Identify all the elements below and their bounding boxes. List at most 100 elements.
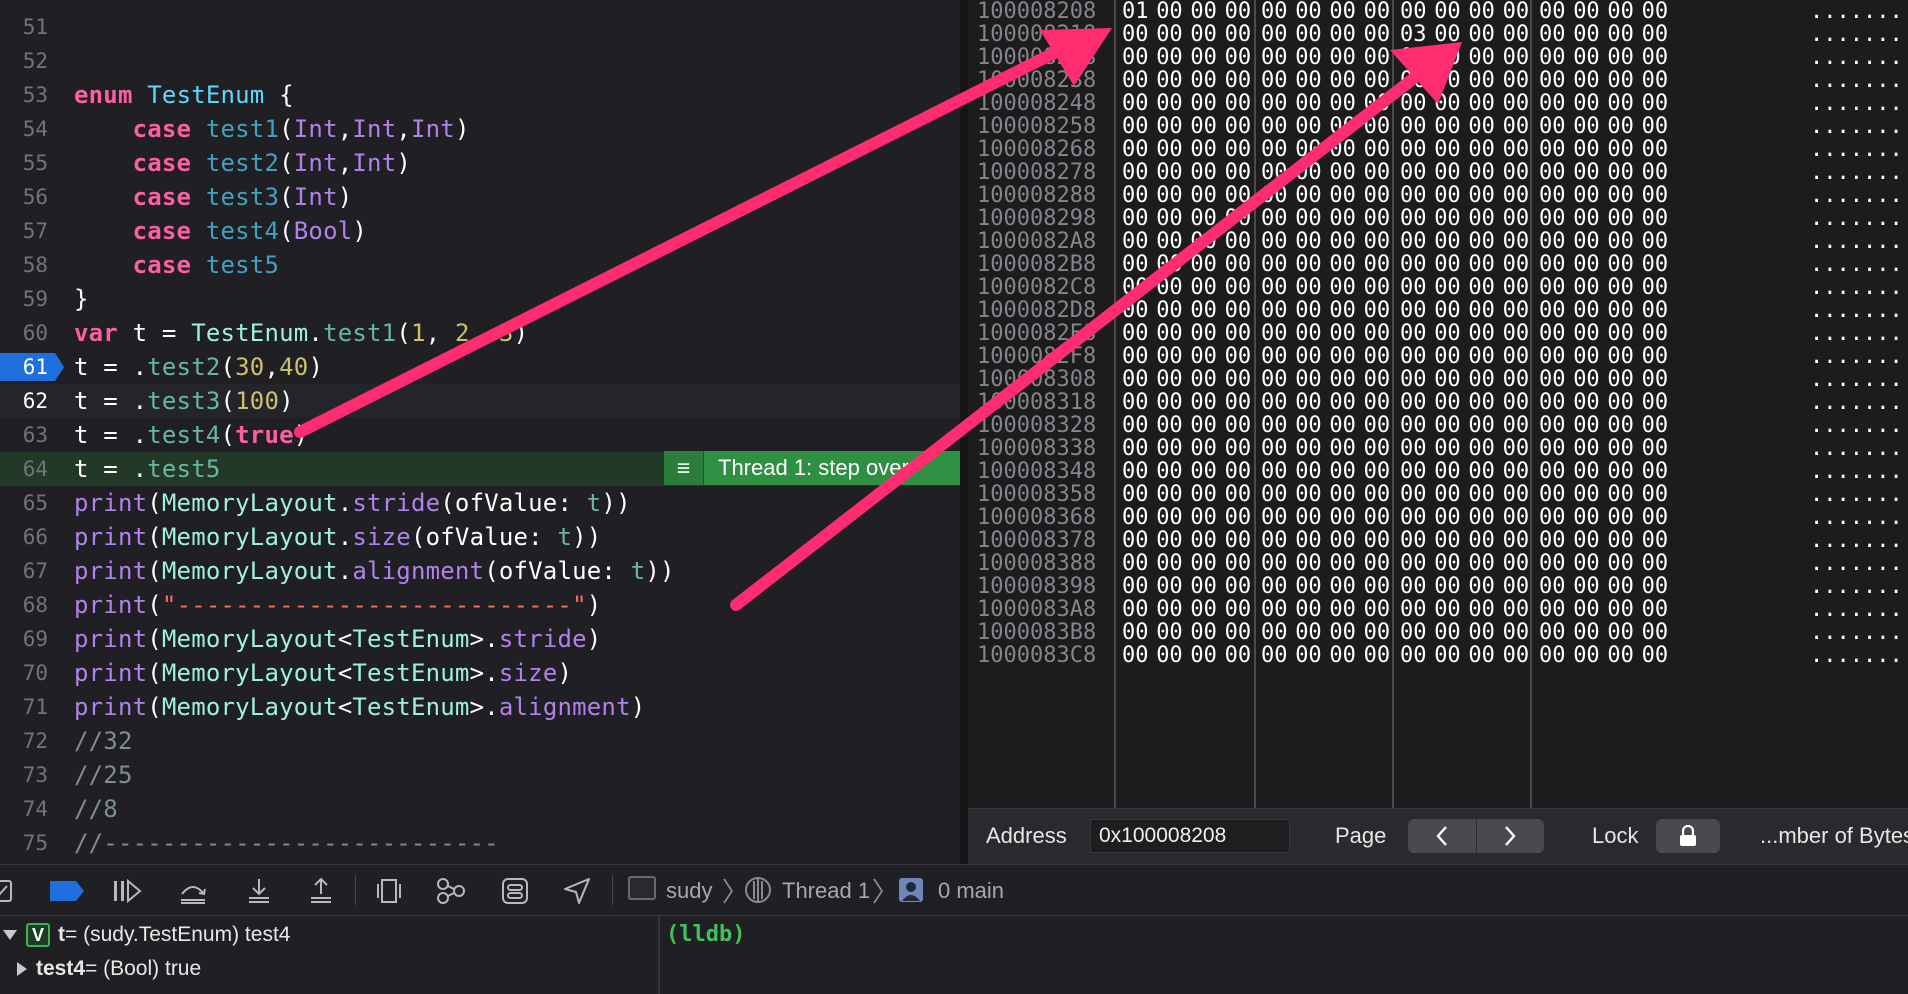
memory-byte[interactable]: 00 <box>1400 114 1427 139</box>
memory-byte[interactable]: 00 <box>1190 183 1217 208</box>
memory-byte[interactable]: 00 <box>1190 22 1217 47</box>
memory-byte[interactable]: 00 <box>1400 551 1427 576</box>
memory-byte[interactable]: 00 <box>1468 574 1495 599</box>
code-line[interactable]: 57 case test4(Bool) <box>0 214 960 248</box>
memory-byte[interactable]: 00 <box>1190 436 1217 461</box>
memory-byte[interactable]: 00 <box>1539 643 1566 668</box>
memory-byte[interactable]: 00 <box>1261 597 1288 622</box>
memory-byte[interactable]: 00 <box>1607 482 1634 507</box>
code-line[interactable]: 73 //25 <box>0 758 960 792</box>
code-line[interactable]: 74 //8 <box>0 792 960 826</box>
memory-byte[interactable]: 00 <box>1364 574 1391 599</box>
memory-byte[interactable]: 00 <box>1607 436 1634 461</box>
memory-byte[interactable]: 00 <box>1295 160 1322 185</box>
memory-byte[interactable]: 00 <box>1539 137 1566 162</box>
memory-byte[interactable]: 00 <box>1573 22 1600 47</box>
memory-byte[interactable]: 00 <box>1607 367 1634 392</box>
memory-byte[interactable]: 00 <box>1225 528 1252 553</box>
memory-byte[interactable]: 00 <box>1607 321 1634 346</box>
memory-byte[interactable]: 00 <box>1190 620 1217 645</box>
memory-byte[interactable]: 00 <box>1400 528 1427 553</box>
memory-graph-icon[interactable] <box>436 877 466 905</box>
memory-byte[interactable]: 00 <box>1295 229 1322 254</box>
memory-byte[interactable]: 00 <box>1400 643 1427 668</box>
memory-byte[interactable]: 00 <box>1434 505 1461 530</box>
memory-byte[interactable]: 00 <box>1468 505 1495 530</box>
memory-byte[interactable]: 00 <box>1329 367 1356 392</box>
memory-byte[interactable]: 00 <box>1573 298 1600 323</box>
memory-byte[interactable]: 00 <box>1122 643 1149 668</box>
memory-byte[interactable]: 00 <box>1468 597 1495 622</box>
memory-byte[interactable]: 00 <box>1295 321 1322 346</box>
line-number[interactable]: 71 <box>0 695 60 719</box>
memory-byte[interactable]: 00 <box>1156 229 1183 254</box>
memory-byte[interactable]: 00 <box>1122 160 1149 185</box>
memory-byte[interactable]: 00 <box>1400 459 1427 484</box>
memory-byte[interactable]: 00 <box>1364 344 1391 369</box>
code-text[interactable]: case test4(Bool) <box>60 217 367 245</box>
breakpoint-toggle-icon[interactable] <box>50 877 84 905</box>
memory-byte[interactable]: 00 <box>1261 183 1288 208</box>
memory-byte[interactable]: 00 <box>1329 229 1356 254</box>
memory-byte[interactable]: 00 <box>1607 45 1634 70</box>
memory-byte[interactable]: 00 <box>1122 390 1149 415</box>
memory-byte[interactable]: 00 <box>1539 459 1566 484</box>
memory-byte[interactable]: 00 <box>1468 229 1495 254</box>
memory-byte[interactable]: 00 <box>1156 505 1183 530</box>
memory-byte[interactable]: 00 <box>1434 183 1461 208</box>
memory-byte[interactable]: 00 <box>1468 482 1495 507</box>
memory-byte[interactable]: 00 <box>1434 0 1461 24</box>
memory-byte[interactable]: 00 <box>1225 275 1252 300</box>
memory-byte[interactable]: 00 <box>1400 344 1427 369</box>
memory-byte[interactable]: 00 <box>1607 275 1634 300</box>
memory-byte[interactable]: 00 <box>1468 68 1495 93</box>
memory-byte[interactable]: 00 <box>1329 137 1356 162</box>
memory-byte[interactable]: 00 <box>1329 574 1356 599</box>
memory-byte[interactable]: 00 <box>1400 206 1427 231</box>
memory-byte[interactable]: 00 <box>1156 436 1183 461</box>
memory-byte[interactable]: 00 <box>1539 436 1566 461</box>
code-text[interactable]: case test5 <box>60 251 279 279</box>
memory-byte[interactable]: 00 <box>1364 459 1391 484</box>
line-number[interactable]: 75 <box>0 831 60 855</box>
memory-byte[interactable]: 00 <box>1364 367 1391 392</box>
code-line[interactable]: 63 t = .test4(true) <box>0 418 960 452</box>
memory-byte[interactable]: 00 <box>1573 436 1600 461</box>
code-line[interactable]: 55 case test2(Int,Int) <box>0 146 960 180</box>
memory-byte[interactable]: 00 <box>1261 22 1288 47</box>
memory-byte[interactable]: 00 <box>1642 643 1669 668</box>
code-text[interactable]: t = .test2(30,40) <box>60 353 323 381</box>
memory-byte[interactable]: 00 <box>1642 482 1669 507</box>
memory-byte[interactable]: 00 <box>1573 643 1600 668</box>
memory-byte[interactable]: 00 <box>1539 22 1566 47</box>
memory-byte[interactable]: 00 <box>1468 551 1495 576</box>
memory-byte[interactable]: 00 <box>1261 298 1288 323</box>
memory-byte[interactable]: 00 <box>1503 45 1530 70</box>
memory-byte[interactable]: 00 <box>1295 620 1322 645</box>
memory-byte[interactable]: 00 <box>1225 597 1252 622</box>
memory-byte[interactable]: 00 <box>1539 298 1566 323</box>
memory-byte[interactable]: 00 <box>1295 436 1322 461</box>
memory-byte[interactable]: 00 <box>1261 275 1288 300</box>
memory-byte[interactable]: 00 <box>1539 45 1566 70</box>
memory-byte[interactable]: 00 <box>1642 459 1669 484</box>
memory-byte[interactable]: 00 <box>1607 390 1634 415</box>
memory-byte[interactable]: 00 <box>1434 206 1461 231</box>
memory-byte[interactable]: 00 <box>1225 413 1252 438</box>
memory-byte[interactable]: 00 <box>1642 298 1669 323</box>
memory-byte[interactable]: 00 <box>1434 160 1461 185</box>
memory-byte[interactable]: 00 <box>1503 252 1530 277</box>
memory-byte[interactable]: 00 <box>1156 321 1183 346</box>
memory-byte[interactable]: 00 <box>1364 137 1391 162</box>
code-line[interactable]: 69 print(MemoryLayout<TestEnum>.stride) <box>0 622 960 656</box>
memory-byte[interactable]: 00 <box>1295 597 1322 622</box>
memory-byte[interactable]: 00 <box>1122 321 1149 346</box>
memory-byte[interactable]: 00 <box>1642 436 1669 461</box>
memory-byte[interactable]: 00 <box>1156 413 1183 438</box>
memory-byte[interactable]: 00 <box>1261 137 1288 162</box>
memory-byte[interactable]: 00 <box>1225 620 1252 645</box>
code-text[interactable]: } <box>60 285 89 313</box>
memory-byte[interactable]: 00 <box>1539 551 1566 576</box>
memory-byte[interactable]: 00 <box>1434 528 1461 553</box>
breadcrumb-thread[interactable]: Thread 1 <box>782 878 870 904</box>
